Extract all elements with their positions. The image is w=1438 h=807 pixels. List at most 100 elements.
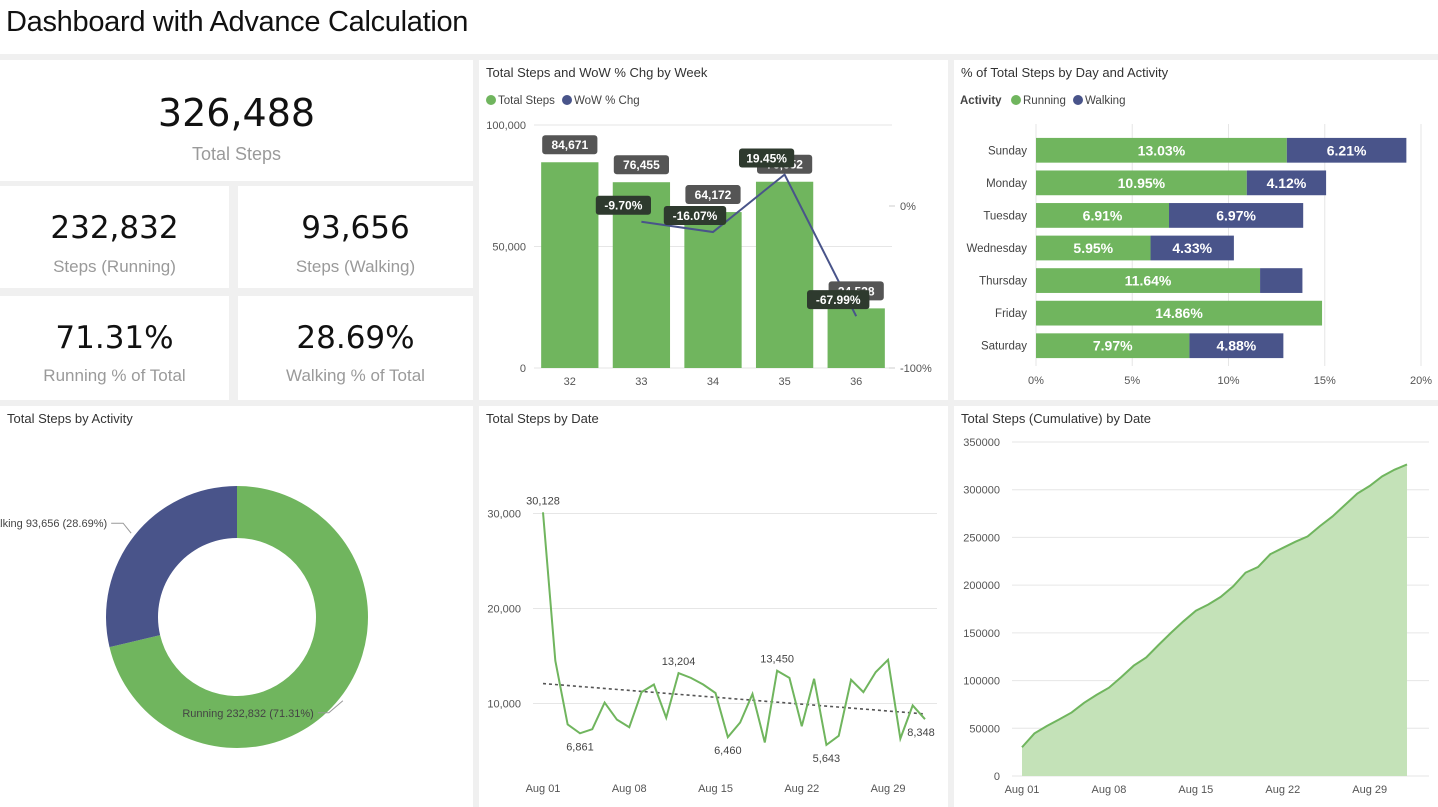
x-tick-label: 34 [707,376,719,388]
donut-slice-walking [105,486,237,648]
cumulative-area [1022,464,1407,776]
legend-marker-running [1011,95,1021,105]
panel-title: Total Steps and WoW % Chg by Week [486,65,708,80]
day-activity-panel[interactable]: % of Total Steps by Day and Activity Act… [954,60,1438,400]
kpi-value: 28.69% [296,320,415,356]
bar-data-label: 4.12% [1267,175,1307,191]
kpi-label: Running % of Total [43,366,186,385]
wow-data-label: 19.45% [746,151,787,165]
wow-data-label: -67.99% [816,293,861,307]
y-tick-label: 200000 [963,580,1000,592]
wow-data-label: -16.07% [673,209,718,223]
bar-week-32 [541,162,599,368]
kpi-value: 93,656 [301,210,410,246]
bar-data-label: 6.97% [1216,207,1256,223]
y-category-label: Tuesday [983,210,1027,222]
y2-tick-label: -100% [900,363,932,375]
activity-donut-chart: Running 232,832 (71.31%) Walking 93,656 (… [0,486,368,748]
page-title: Dashboard with Advance Calculation [6,6,469,38]
bar-data-label: 7.97% [1093,338,1133,354]
x-tick-label: Aug 01 [1005,784,1040,796]
bar-data-label: 13.03% [1138,142,1186,158]
x-tick-label: Aug 29 [871,783,906,795]
x-tick-label: Aug 29 [1352,784,1387,796]
y-category-label: Monday [986,178,1027,190]
bar-week-36 [827,308,885,368]
kpi-label: Steps (Walking) [295,257,416,276]
cumulative-steps-chart: 350000 300000 250000 200000 150000 100000 5000… [963,437,1429,796]
line-data-label: 5,643 [813,753,841,765]
steps-by-date-chart: 30,000 20,000 10,000 Aug 01 Aug 08 Aug 15 Aug … [487,495,937,795]
title-bar: Dashboard with Advance Calculation [0,0,1438,54]
y-category-label: Saturday [981,341,1027,353]
bar-data-label: 5.95% [1073,240,1113,256]
bar-data-label: 6.21% [1327,142,1367,158]
y-tick-label: 100000 [963,676,1000,688]
panel-title: Total Steps by Activity [7,411,133,426]
day-activity-chart: Activity Running Walking 0% 5% 10% 15% 20% Sunda… [960,95,1432,387]
x-tick-label: 32 [564,376,576,388]
x-tick-label: Aug 15 [1178,784,1213,796]
y-tick-label: 0 [994,771,1000,783]
legend-label-walking: Walking [1085,95,1125,107]
y-tick-label: 30,000 [487,509,521,521]
kpi-running-pct[interactable]: 71.31% Running % of Total [0,296,229,400]
bar-week-34 [684,212,742,368]
y-tick-label: 300000 [963,485,1000,497]
bar-week-35 [755,181,814,368]
x-tick-label: 20% [1410,375,1432,387]
legend-label-wow: WoW % Chg [574,95,640,107]
kpi-running-steps[interactable]: 232,832 Steps (Running) [0,186,229,288]
x-tick-label: 33 [635,376,647,388]
line-data-label: 8,348 [907,727,935,739]
line-data-label: 13,204 [662,656,696,668]
kpi-value: 71.31% [55,320,174,356]
donut-label-walking: Walking 93,656 (28.69%) [0,518,107,530]
x-tick-label: 36 [850,376,862,388]
leader-line [111,522,132,534]
y-tick-label: 150000 [963,628,1000,640]
x-tick-label: 10% [1217,375,1239,387]
x-tick-label: 5% [1124,375,1140,387]
bar-data-label: 64,172 [695,188,732,202]
y-tick-label: 50,000 [492,242,526,254]
x-tick-label: Aug 01 [526,783,561,795]
kpi-label: Total Steps [191,144,282,164]
kpi-value: 232,832 [50,210,179,246]
legend-title: Activity [960,95,1002,107]
legend-label-running: Running [1023,95,1066,107]
line-data-label: 6,861 [566,741,594,753]
bar-data-label: 14.86% [1155,305,1203,321]
trend-line [542,682,926,715]
y-tick-label: 100,000 [486,120,526,132]
bar-data-label: 84,671 [551,138,588,152]
donut-label-running: Running 232,832 (71.31%) [182,708,313,720]
y-category-label: Sunday [988,145,1027,157]
x-tick-label: 15% [1314,375,1336,387]
steps-by-date-panel[interactable]: Total Steps by Date 30,000 20,000 10,000 Au… [479,406,948,807]
legend-marker-walking [1073,95,1083,105]
kpi-walking-pct[interactable]: 28.69% Walking % of Total [238,296,473,400]
kpi-label: Steps (Running) [53,257,176,276]
kpi-walking-steps[interactable]: 93,656 Steps (Walking) [238,186,473,288]
x-tick-label: 0% [1028,375,1044,387]
activity-donut-panel[interactable]: Total Steps by Activity Running 232,832 … [0,406,473,807]
x-tick-label: Aug 08 [612,783,647,795]
y2-tick-label: 0% [900,201,916,213]
panel-title: Total Steps (Cumulative) by Date [961,411,1152,426]
kpi-label: Walking % of Total [286,366,425,385]
bar-data-label: 76,455 [623,158,660,172]
weekly-steps-panel[interactable]: Total Steps and WoW % Chg by Week Total … [479,60,948,400]
panel-title: Total Steps by Date [486,411,599,426]
y-category-label: Friday [995,308,1027,320]
bar-data-label: 10.95% [1118,175,1166,191]
bar-data-label: 11.64% [1125,273,1172,289]
cumulative-steps-panel[interactable]: Total Steps (Cumulative) by Date 350000 3… [954,406,1438,807]
y-tick-label: 0 [520,363,526,375]
y-tick-label: 50000 [969,723,1000,735]
kpi-total-steps[interactable]: 326,488 Total Steps [0,60,473,181]
line-data-label: 6,460 [714,745,742,757]
y-category-label: Thursday [979,276,1027,288]
y-tick-label: 10,000 [487,699,521,711]
y-tick-label: 250000 [963,532,1000,544]
